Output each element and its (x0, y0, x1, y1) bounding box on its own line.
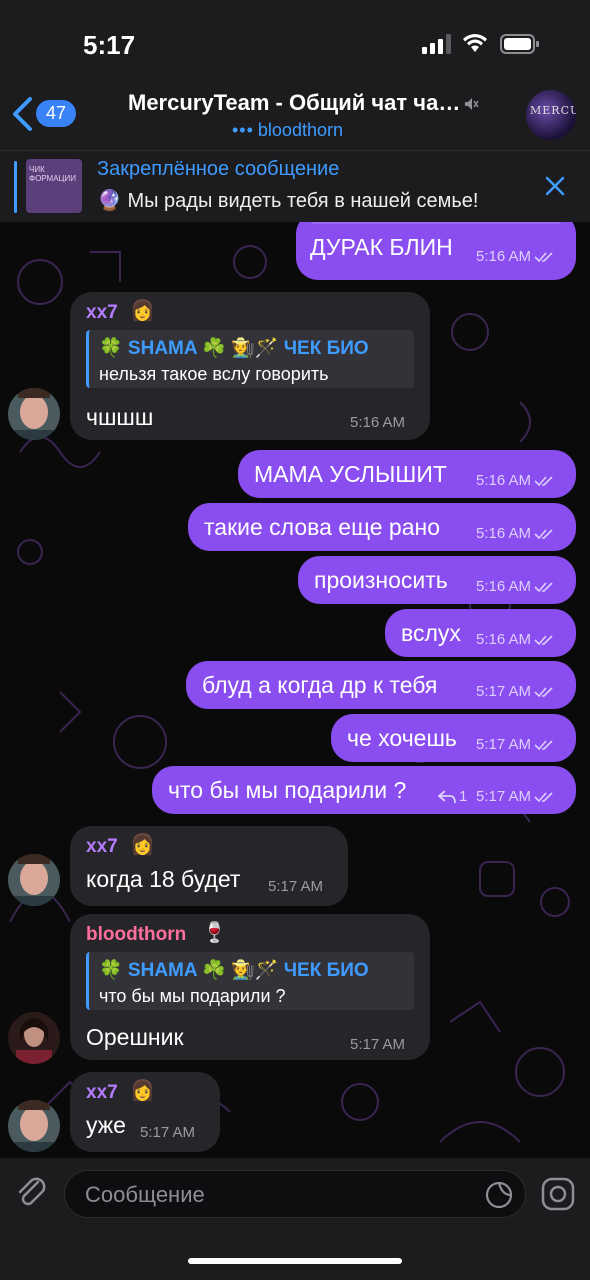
cellular-signal-icon (422, 34, 451, 54)
sender-emoji: 👩 (130, 300, 155, 322)
avatar-xx7[interactable] (8, 1100, 60, 1152)
instant-video-icon[interactable] (540, 1176, 576, 1212)
outgoing-message[interactable]: такие слова еще рано 5:16 AM (188, 503, 576, 551)
read-checks-icon (534, 252, 553, 263)
sticker-icon[interactable] (484, 1180, 514, 1210)
read-checks-icon (534, 687, 553, 698)
status-bar: 5:17 (0, 0, 590, 80)
pinned-indicator (14, 161, 17, 213)
muted-icon (465, 98, 479, 110)
avatar-xx7[interactable] (8, 854, 60, 906)
user-face-icon (8, 1012, 60, 1064)
sender-name[interactable]: xx7 (86, 1082, 118, 1104)
incoming-message[interactable]: xx7 👩 когда 18 будет 5:17 AM (70, 826, 348, 906)
chat-title[interactable]: MercuryTeam - Общий чат чатик (128, 90, 464, 116)
message-list[interactable]: ДУРАК БЛИН 5:16 AM xx7 👩 🍀 SHAMA ☘️ 🧑‍🌾🪄… (0, 222, 590, 1158)
reply-quote[interactable]: 🍀 SHAMA ☘️ 🧑‍🌾🪄 ЧЕК БИО что бы мы подари… (86, 952, 414, 1010)
reply-arrow-icon[interactable] (438, 790, 456, 804)
read-checks-icon (534, 476, 553, 487)
outgoing-message[interactable]: блуд а когда др к тебя 5:17 AM (186, 661, 576, 709)
avatar-xx7[interactable] (8, 388, 60, 440)
wifi-icon (463, 34, 487, 52)
user-face-icon (8, 854, 60, 906)
attach-paperclip-icon[interactable] (14, 1174, 50, 1212)
sender-emoji: 🍷 (202, 922, 227, 944)
read-checks-icon (534, 635, 553, 646)
reply-quote[interactable]: 🍀 SHAMA ☘️ 🧑‍🌾🪄 ЧЕК БИО нельзя такое всл… (86, 330, 414, 388)
outgoing-message[interactable]: МАМА УСЛЫШИТ 5:16 AM (238, 450, 576, 498)
sender-name[interactable]: bloodthorn (86, 924, 186, 946)
outgoing-message[interactable]: че хочешь 5:17 AM (331, 714, 576, 762)
outgoing-message[interactable]: вслух 5:16 AM (385, 609, 576, 657)
sender-emoji: 👩 (130, 834, 155, 856)
read-checks-icon (534, 529, 553, 540)
read-checks-icon (534, 740, 553, 751)
reply-count[interactable]: 1 (459, 788, 467, 805)
read-checks-icon (534, 792, 553, 803)
pinned-message-bar[interactable]: ЧИК ФОРМАЦИИ Закреплённое сообщение 🔮 Мы… (0, 150, 590, 222)
close-icon[interactable] (544, 175, 566, 197)
reply-preview-remnant (310, 222, 562, 224)
home-indicator (188, 1258, 402, 1264)
outgoing-message[interactable]: ДУРАК БЛИН 5:16 AM (296, 222, 576, 280)
sender-emoji: 👩 (130, 1080, 155, 1102)
read-checks-icon (534, 582, 553, 593)
clock: 5:17 (83, 30, 136, 60)
group-avatar[interactable]: MERCURY (526, 90, 576, 140)
sender-name[interactable]: xx7 (86, 836, 118, 858)
battery-icon (500, 34, 539, 54)
typing-dots-icon: ••• (232, 120, 254, 140)
message-input[interactable]: Сообщение (64, 1170, 526, 1218)
back-chevron-icon[interactable] (10, 96, 36, 132)
user-face-icon (8, 1100, 60, 1152)
sender-name[interactable]: xx7 (86, 302, 118, 324)
incoming-message[interactable]: bloodthorn 🍷 🍀 SHAMA ☘️ 🧑‍🌾🪄 ЧЕК БИО что… (70, 914, 430, 1060)
pinned-thumbnail: ЧИК ФОРМАЦИИ (26, 159, 82, 213)
outgoing-message[interactable]: что бы мы подарили ? 1 5:17 AM (152, 766, 576, 814)
incoming-message[interactable]: xx7 👩 уже 5:17 AM (70, 1072, 220, 1152)
chat-header: 47 MercuryTeam - Общий чат чатик ••• bloo… (0, 80, 590, 150)
outgoing-message[interactable]: произносить 5:16 AM (298, 556, 576, 604)
typing-status: ••• bloodthorn (232, 120, 343, 140)
pinned-title: Закреплённое сообщение (97, 158, 340, 180)
avatar-bloodthorn[interactable] (8, 1012, 60, 1064)
pinned-text: 🔮 Мы рады видеть тебя в нашей семье! (97, 190, 479, 212)
user-face-icon (8, 388, 60, 440)
unread-count-badge[interactable]: 47 (36, 100, 77, 127)
incoming-message[interactable]: xx7 👩 🍀 SHAMA ☘️ 🧑‍🌾🪄 ЧЕК БИО нельзя так… (70, 292, 430, 440)
